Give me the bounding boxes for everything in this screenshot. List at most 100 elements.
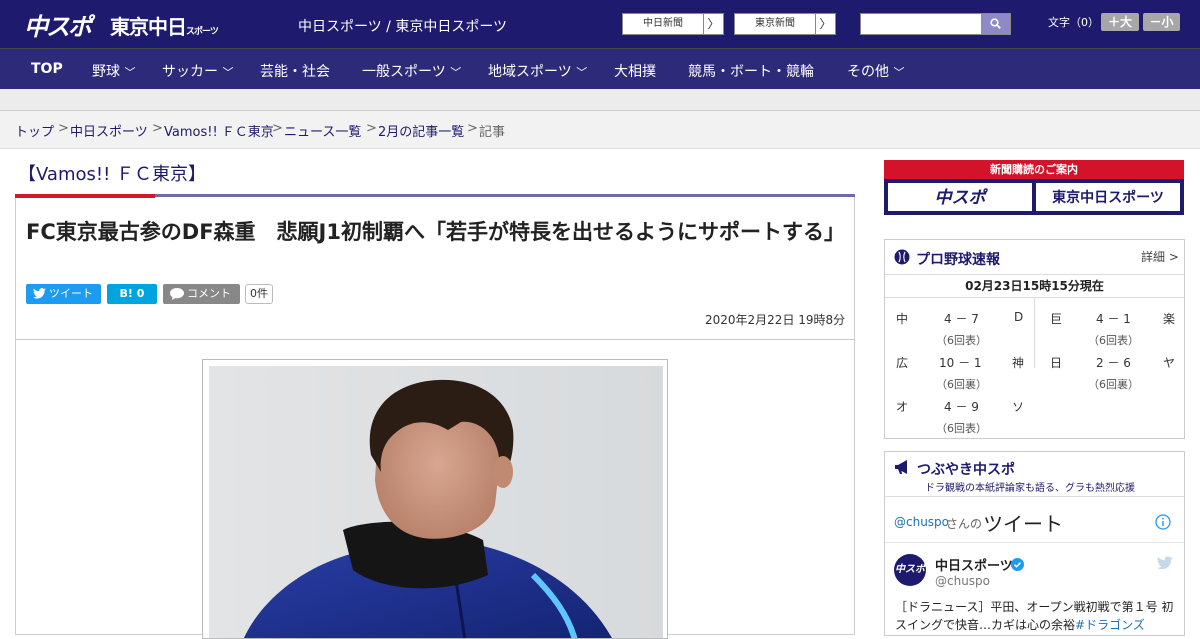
pro-baseball-scores: プロ野球速報 詳細 > 02月23日15時15分現在 中 4 － 7 D （6回… — [884, 239, 1185, 439]
team-home: 中 — [896, 312, 909, 326]
nav-item-racing[interactable]: 競馬・ボート・競輪 — [688, 61, 814, 81]
main-nav: TOP 野球 ﹀ サッカー ﹀ 芸能・社会 一般スポーツ ﹀ 地域スポーツ ﹀ … — [0, 48, 1200, 89]
game-score[interactable]: 4 － 9 — [944, 398, 979, 415]
font-size-label: 文字（0） — [1048, 16, 1099, 29]
baseball-detail-link[interactable]: 詳細 > — [1141, 248, 1179, 265]
nav-item-general-sports[interactable]: 一般スポーツ ﹀ — [362, 61, 461, 81]
chuspo-logo[interactable]: 中スポ — [24, 7, 92, 42]
breadcrumb-separator: > — [58, 121, 69, 136]
nav-item-baseball[interactable]: 野球 ﹀ — [92, 61, 135, 81]
baseball-title: プロ野球速報 — [916, 252, 1000, 268]
tweet-account-handle[interactable]: @chuspo — [935, 574, 990, 588]
nav-item-top[interactable]: TOP — [31, 61, 63, 77]
nav-item-label: 一般スポーツ — [362, 64, 446, 80]
game-score[interactable]: 10 － 1 — [939, 354, 982, 371]
tsubuyaki-widget: つぶやき中スポ ドラ観戦の本紙評論家も語る、グラも熱烈応援 @chuspo さん… — [884, 451, 1185, 636]
breadcrumb-link[interactable]: Vamos!! ＦＣ東京 — [164, 121, 274, 140]
baseball-icon — [894, 249, 910, 265]
chevron-down-icon: ﹀ — [893, 66, 905, 79]
comment-count-badge: 0件 — [245, 284, 273, 304]
tokyo-chunichi-logo-text: 東京中日 — [110, 15, 187, 39]
search-icon — [990, 18, 1001, 29]
twitter-bird-icon — [33, 288, 46, 299]
chevron-right-icon: 〉 — [815, 14, 835, 34]
article-date: 2020年2月22日 19時8分 — [705, 313, 846, 327]
twitter-bird-icon[interactable] — [1157, 556, 1173, 570]
breadcrumb-separator: > — [152, 121, 163, 136]
game-inning: （6回表） — [936, 334, 987, 347]
tokyo-chunichi-logo-small: スポーツ — [186, 27, 219, 37]
nav-item-label: その他 — [847, 64, 889, 80]
section-accent-purple — [155, 194, 855, 197]
tokyo-chunichi-logo[interactable]: 東京中日スポーツ — [110, 11, 219, 40]
team-home: 広 — [896, 356, 909, 370]
search-button[interactable] — [981, 14, 1010, 34]
chevron-down-icon: ﹀ — [450, 66, 462, 79]
divider — [1034, 298, 1035, 368]
game-inning: （6回裏） — [936, 378, 987, 391]
article-photo[interactable] — [202, 359, 668, 639]
subscribe-chuspo-button[interactable]: 中スポ — [888, 183, 1032, 211]
breadcrumb-separator: > — [467, 121, 478, 136]
chunichi-shimbun-link[interactable]: 中日新聞 〉 — [622, 13, 724, 35]
font-up-button[interactable]: ＋大 — [1101, 13, 1139, 31]
info-icon[interactable] — [1155, 514, 1171, 530]
breadcrumb-link[interactable]: ニュース一覧 — [284, 121, 361, 140]
chevron-right-icon: 〉 — [703, 14, 723, 34]
subscription-banner[interactable]: 新聞購読のご案内 中スポ 東京中日スポーツ — [884, 160, 1184, 215]
tsubuyaki-subtitle: ドラ観戦の本紙評論家も語る、グラも熱烈応援 — [925, 483, 1135, 494]
team-away: D — [1014, 310, 1024, 324]
tweet-text: スイングで快音…カギは心の余裕#ドラゴンズ — [895, 616, 1145, 633]
game-score[interactable]: 2 － 6 — [1096, 354, 1131, 371]
nav-item-sumo[interactable]: 大相撲 — [614, 61, 656, 81]
team-home: 巨 — [1050, 312, 1063, 326]
breadcrumb-link[interactable]: トップ — [15, 121, 54, 140]
player-photo-image — [209, 366, 663, 638]
nav-item-entertainment[interactable]: 芸能・社会 — [260, 61, 330, 81]
chevron-down-icon: ﹀ — [222, 66, 234, 79]
search-input[interactable] — [860, 13, 1011, 35]
hatena-bookmark-button[interactable]: B! 0 — [107, 284, 157, 304]
divider — [885, 496, 1184, 497]
divider — [885, 542, 1184, 543]
team-away: ソ — [1012, 400, 1025, 414]
font-down-button[interactable]: －小 — [1143, 13, 1180, 31]
tokyo-shimbun-label: 東京新聞 — [755, 18, 795, 29]
tweet-account-name[interactable]: 中日スポーツ — [935, 555, 1013, 574]
team-away: ヤ — [1163, 356, 1176, 370]
game-score[interactable]: 4 － 1 — [1096, 310, 1131, 327]
comment-button[interactable]: コメント — [163, 284, 240, 304]
ad-spacer — [0, 89, 1200, 111]
tweets-heading: ツイート — [983, 512, 1063, 536]
twitter-handle-link[interactable]: @chuspo — [894, 515, 949, 529]
nav-item-label: サッカー — [162, 64, 218, 80]
subscribe-tokyo-chunichi-button[interactable]: 東京中日スポーツ — [1036, 183, 1180, 211]
game-score[interactable]: 4 － 7 — [944, 310, 979, 327]
nav-item-soccer[interactable]: サッカー ﹀ — [162, 61, 233, 81]
team-away: 神 — [1012, 356, 1025, 370]
tweet-label: ツイート — [49, 287, 93, 300]
section-accent-red — [15, 194, 155, 198]
breadcrumb-link[interactable]: 2月の記事一覧 — [378, 121, 464, 140]
tweet-button[interactable]: ツイート — [26, 284, 101, 304]
article-title: FC東京最古参のDF森重 悲願J1初制覇へ「若手が特長を出せるようにサポートする… — [26, 220, 845, 244]
site-header: 中スポ 東京中日スポーツ 中日スポーツ / 東京中日スポーツ 中日新聞 〉 東京新… — [0, 0, 1200, 48]
breadcrumb-link[interactable]: 中日スポーツ — [70, 121, 148, 140]
tokyo-shimbun-link[interactable]: 東京新聞 〉 — [734, 13, 836, 35]
site-name[interactable]: 中日スポーツ / 東京中日スポーツ — [298, 16, 507, 36]
nav-item-local-sports[interactable]: 地域スポーツ ﹀ — [488, 61, 587, 81]
megaphone-icon — [895, 460, 907, 474]
handle-suffix: さんの — [946, 517, 983, 531]
avatar[interactable]: 中スポ — [894, 554, 926, 586]
chevron-down-icon: ﹀ — [576, 66, 588, 79]
comment-label: コメント — [187, 287, 231, 300]
team-home: オ — [896, 400, 909, 414]
tsubuyaki-title: つぶやき中スポ — [917, 462, 1015, 478]
divider — [16, 339, 854, 340]
nav-item-other[interactable]: その他 ﹀ — [847, 61, 904, 81]
breadcrumb-current: 記事 — [479, 125, 506, 140]
nav-item-label: 野球 — [92, 64, 120, 80]
verified-badge-icon — [1011, 558, 1024, 571]
subscription-banner-title: 新聞購読のご案内 — [884, 160, 1184, 179]
section-heading[interactable]: 【Vamos!! ＦＣ東京】 — [18, 160, 206, 186]
